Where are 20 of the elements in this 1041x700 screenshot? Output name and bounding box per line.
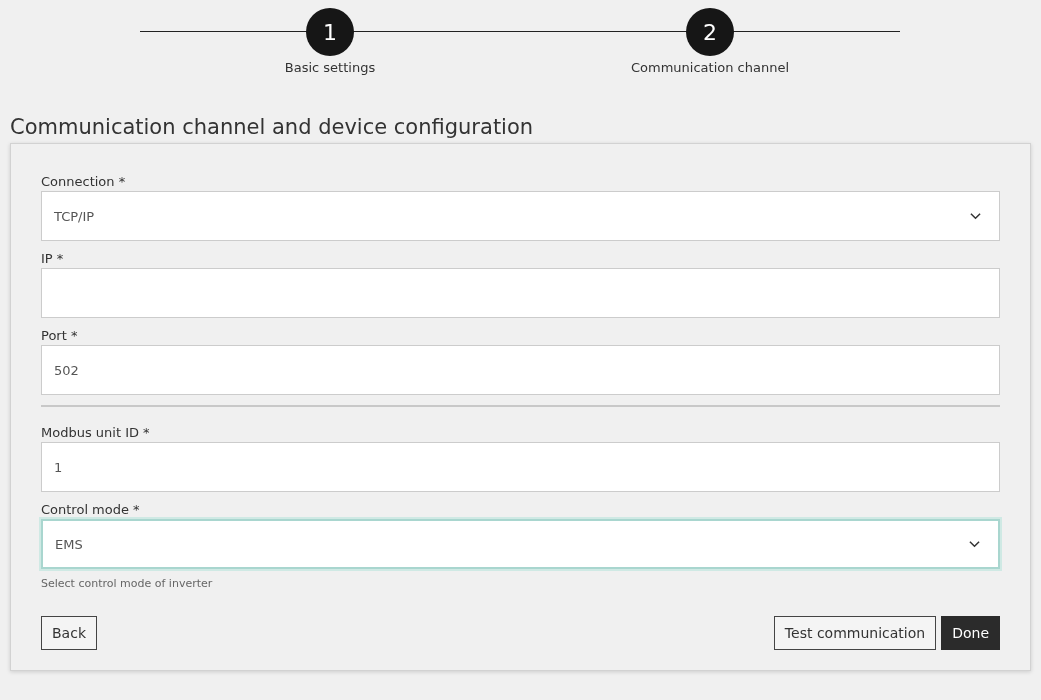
chevron-down-icon — [969, 540, 980, 548]
done-button[interactable]: Done — [941, 616, 1000, 650]
page-title: Communication channel and device configuration — [10, 115, 535, 139]
back-button[interactable]: Back — [41, 616, 97, 650]
input-field[interactable]: 1 — [41, 442, 1000, 492]
dropdown-field[interactable]: TCP/IP — [41, 191, 1000, 241]
field-label: Modbus unit ID * — [41, 425, 151, 440]
step-number: 2 — [686, 8, 734, 56]
field-label: Control mode * — [41, 502, 141, 517]
step-label: Basic settings — [284, 60, 376, 75]
field-label: Connection * — [41, 174, 127, 189]
test-button[interactable]: Test communication — [773, 616, 937, 650]
input-field[interactable]: 502 — [41, 345, 1000, 395]
chevron-down-icon — [970, 212, 981, 220]
step-label: Communication channel — [630, 60, 789, 75]
field-label: Port * — [41, 328, 79, 343]
dropdown-field[interactable]: EMS — [41, 519, 1000, 569]
field-label: IP * — [41, 251, 65, 266]
hint-text: Select control mode of inverter — [41, 577, 214, 590]
step-number: 1 — [306, 8, 354, 56]
